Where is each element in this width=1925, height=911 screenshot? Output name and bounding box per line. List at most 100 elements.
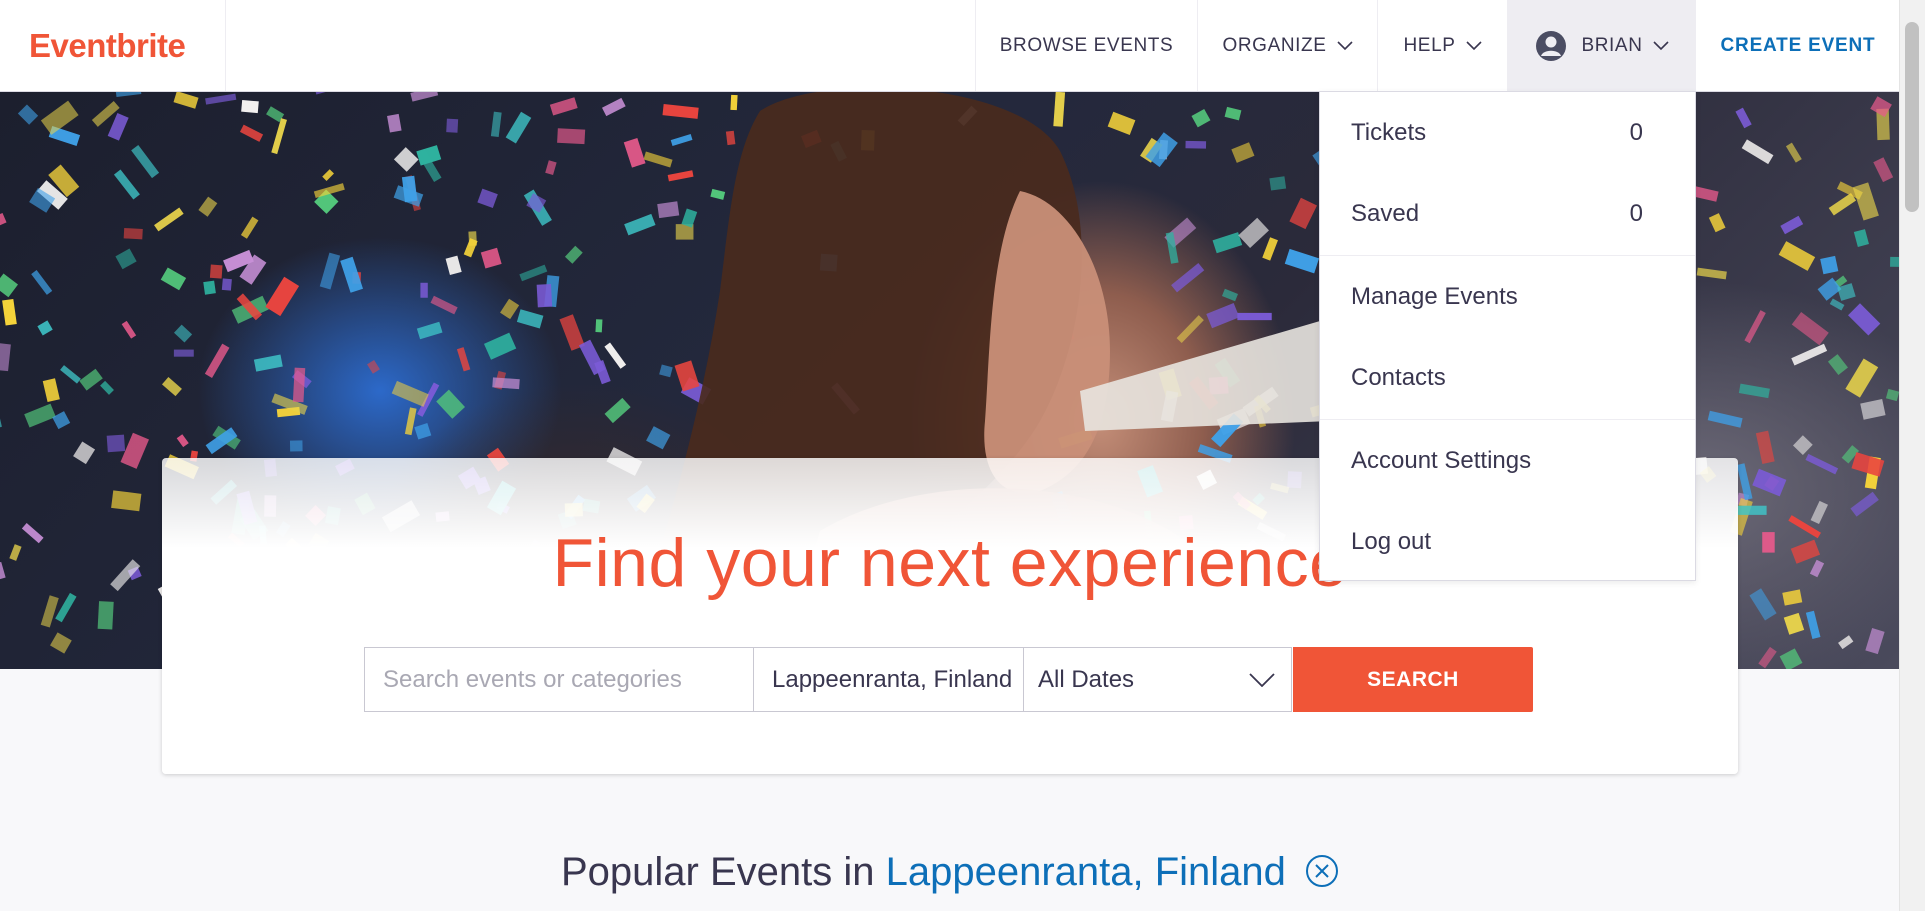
confetti-piece bbox=[1289, 197, 1317, 230]
confetti-piece bbox=[1873, 157, 1894, 183]
confetti-piece bbox=[1828, 192, 1857, 216]
confetti-piece bbox=[205, 93, 237, 105]
confetti-piece bbox=[549, 97, 578, 116]
menu-item-label: Log out bbox=[1351, 527, 1432, 555]
confetti-piece bbox=[319, 252, 341, 290]
confetti-piece bbox=[483, 332, 517, 360]
confetti-piece bbox=[0, 212, 7, 236]
confetti-piece bbox=[107, 112, 129, 141]
menu-item-label: Account Settings bbox=[1351, 446, 1532, 474]
date-select[interactable]: All Dates bbox=[1024, 647, 1292, 712]
confetti-piece bbox=[198, 196, 218, 217]
confetti-piece bbox=[2, 298, 17, 326]
confetti-piece bbox=[456, 347, 471, 372]
confetti-piece bbox=[1212, 232, 1243, 254]
confetti-piece bbox=[0, 273, 19, 298]
search-button-label: SEARCH bbox=[1367, 667, 1459, 691]
popular-events-prefix: Popular Events in bbox=[560, 850, 875, 894]
confetti-piece bbox=[477, 188, 498, 208]
scrollbar-thumb[interactable] bbox=[1905, 22, 1919, 212]
confetti-piece bbox=[131, 145, 160, 179]
confetti-piece bbox=[322, 169, 334, 181]
confetti-piece bbox=[1206, 302, 1240, 329]
confetti-piece bbox=[657, 201, 680, 219]
confetti-piece bbox=[111, 490, 142, 512]
confetti-piece bbox=[604, 397, 631, 424]
confetti-piece bbox=[17, 104, 39, 125]
confetti-piece bbox=[106, 434, 126, 453]
confetti-piece bbox=[545, 160, 557, 176]
confetti-piece bbox=[37, 320, 53, 336]
confetti-piece bbox=[265, 276, 300, 317]
user-dropdown-menu: Tickets 0 Saved 0 Manage Events Contacts… bbox=[1319, 91, 1696, 581]
confetti-piece bbox=[1852, 182, 1879, 221]
confetti-piece bbox=[1782, 589, 1803, 606]
confetti-piece bbox=[519, 264, 548, 282]
confetti-piece bbox=[1885, 388, 1900, 402]
eventbrite-logo[interactable]: Eventbrite bbox=[0, 0, 226, 91]
search-input[interactable]: Search events or categories bbox=[364, 647, 754, 712]
confetti-piece bbox=[393, 147, 419, 172]
confetti-piece bbox=[1696, 267, 1727, 280]
location-input[interactable]: Lappeenranta, Finland bbox=[754, 647, 1024, 712]
confetti-piece bbox=[52, 411, 71, 430]
confetti-piece bbox=[100, 380, 114, 395]
confetti-piece bbox=[1752, 468, 1787, 497]
confetti-piece bbox=[516, 309, 544, 329]
close-circle-icon[interactable] bbox=[1305, 854, 1339, 888]
confetti-piece bbox=[113, 169, 140, 200]
chevron-down-icon bbox=[1336, 40, 1353, 51]
confetti-piece bbox=[21, 523, 44, 544]
confetti-piece bbox=[410, 91, 439, 102]
confetti-piece bbox=[646, 426, 671, 450]
confetti-piece bbox=[1708, 213, 1726, 233]
menu-item-account-settings[interactable]: Account Settings bbox=[1320, 420, 1695, 501]
confetti-piece bbox=[1221, 288, 1239, 302]
confetti-piece bbox=[161, 377, 182, 397]
confetti-piece bbox=[436, 389, 465, 419]
confetti-piece bbox=[173, 349, 194, 357]
search-button[interactable]: SEARCH bbox=[1293, 647, 1533, 712]
confetti-piece bbox=[500, 298, 520, 320]
confetti-piece bbox=[730, 94, 738, 111]
nav-organize[interactable]: ORGANIZE bbox=[1197, 0, 1377, 91]
nav-browse-events[interactable]: BROWSE EVENTS bbox=[975, 0, 1197, 91]
confetti-piece bbox=[602, 97, 626, 117]
nav-user-label: BRIAN bbox=[1581, 34, 1643, 56]
confetti-piece bbox=[50, 632, 72, 654]
confetti-piece bbox=[725, 130, 736, 146]
nav-help[interactable]: HELP bbox=[1377, 0, 1507, 91]
confetti-piece bbox=[480, 247, 502, 269]
search-input-placeholder: Search events or categories bbox=[383, 665, 682, 693]
nav-browse-events-label: BROWSE EVENTS bbox=[999, 34, 1174, 56]
menu-item-log-out[interactable]: Log out bbox=[1320, 501, 1695, 582]
menu-item-contacts[interactable]: Contacts bbox=[1320, 337, 1695, 418]
menu-item-label: Contacts bbox=[1351, 363, 1446, 391]
popular-events-heading: Popular Events in Lappeenranta, Finland bbox=[0, 850, 1900, 895]
confetti-piece bbox=[624, 213, 656, 236]
confetti-piece bbox=[24, 403, 56, 428]
confetti-piece bbox=[1176, 315, 1204, 344]
page-scrollbar[interactable] bbox=[1899, 0, 1925, 911]
confetti-piece bbox=[662, 104, 699, 119]
menu-item-saved[interactable]: Saved 0 bbox=[1320, 173, 1695, 254]
nav-help-label: HELP bbox=[1403, 34, 1456, 56]
menu-item-tickets[interactable]: Tickets 0 bbox=[1320, 92, 1695, 173]
popular-events-location-link[interactable]: Lappeenranta, Finland bbox=[886, 850, 1286, 894]
confetti-piece bbox=[1262, 237, 1278, 261]
nav-user-menu[interactable]: BRIAN bbox=[1507, 0, 1696, 91]
confetti-piece bbox=[123, 228, 143, 240]
confetti-piece bbox=[643, 151, 673, 168]
confetti-piece bbox=[115, 248, 137, 270]
create-event-button[interactable]: CREATE EVENT bbox=[1696, 0, 1900, 91]
confetti-piece bbox=[1791, 311, 1829, 346]
confetti-piece bbox=[241, 99, 259, 114]
confetti-piece bbox=[367, 359, 380, 374]
confetti-piece bbox=[1845, 358, 1879, 398]
confetti-piece bbox=[404, 407, 417, 436]
menu-item-manage-events[interactable]: Manage Events bbox=[1320, 256, 1695, 337]
confetti-piece bbox=[97, 601, 114, 630]
confetti-piece bbox=[1237, 312, 1272, 321]
confetti-piece bbox=[1231, 142, 1255, 163]
confetti-piece bbox=[42, 378, 60, 403]
